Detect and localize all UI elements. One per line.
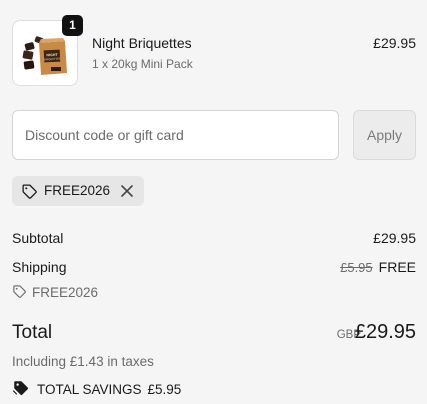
svg-text:NIGHT: NIGHT bbox=[46, 53, 58, 58]
total-savings: TOTAL SAVINGS £5.95 bbox=[12, 379, 181, 397]
product-variant: 1 x 20kg Mini Pack bbox=[92, 57, 193, 71]
total-amount: £29.95 bbox=[354, 321, 416, 343]
order-summary: NIGHT BRIQUETTES 1 Night Briquettes 1 x … bbox=[0, 0, 427, 404]
shipping-value: £5.95 FREE bbox=[340, 259, 416, 275]
tag-icon bbox=[13, 285, 26, 298]
tax-note: Including £1.43 in taxes bbox=[12, 354, 154, 369]
savings-amount: £5.95 bbox=[147, 382, 182, 397]
shipping-code-label: FREE2026 bbox=[32, 285, 99, 300]
product-price: £29.95 bbox=[373, 35, 416, 51]
shipping-original-price: £5.95 bbox=[340, 260, 373, 275]
tag-icon bbox=[22, 184, 37, 199]
total-label: Total bbox=[12, 322, 53, 343]
shipping-price: FREE bbox=[378, 259, 416, 275]
close-icon[interactable] bbox=[119, 183, 135, 199]
subtotal-value: £29.95 bbox=[373, 230, 416, 246]
shipping-label: Shipping bbox=[12, 259, 67, 275]
quantity-badge: 1 bbox=[62, 15, 83, 36]
savings-label: TOTAL SAVINGS bbox=[37, 382, 142, 397]
product-name: Night Briquettes bbox=[92, 35, 192, 51]
briquette-bag-icon: NIGHT BRIQUETTES bbox=[22, 36, 67, 75]
applied-code-label: FREE2026 bbox=[44, 183, 111, 198]
discount-code-input[interactable] bbox=[12, 110, 339, 160]
applied-discount-chip: FREE2026 bbox=[12, 176, 144, 206]
savings-tag-icon bbox=[12, 381, 29, 396]
apply-discount-button[interactable]: Apply bbox=[353, 110, 416, 160]
shipping-discount-code: FREE2026 bbox=[12, 284, 98, 300]
subtotal-label: Subtotal bbox=[12, 230, 64, 246]
